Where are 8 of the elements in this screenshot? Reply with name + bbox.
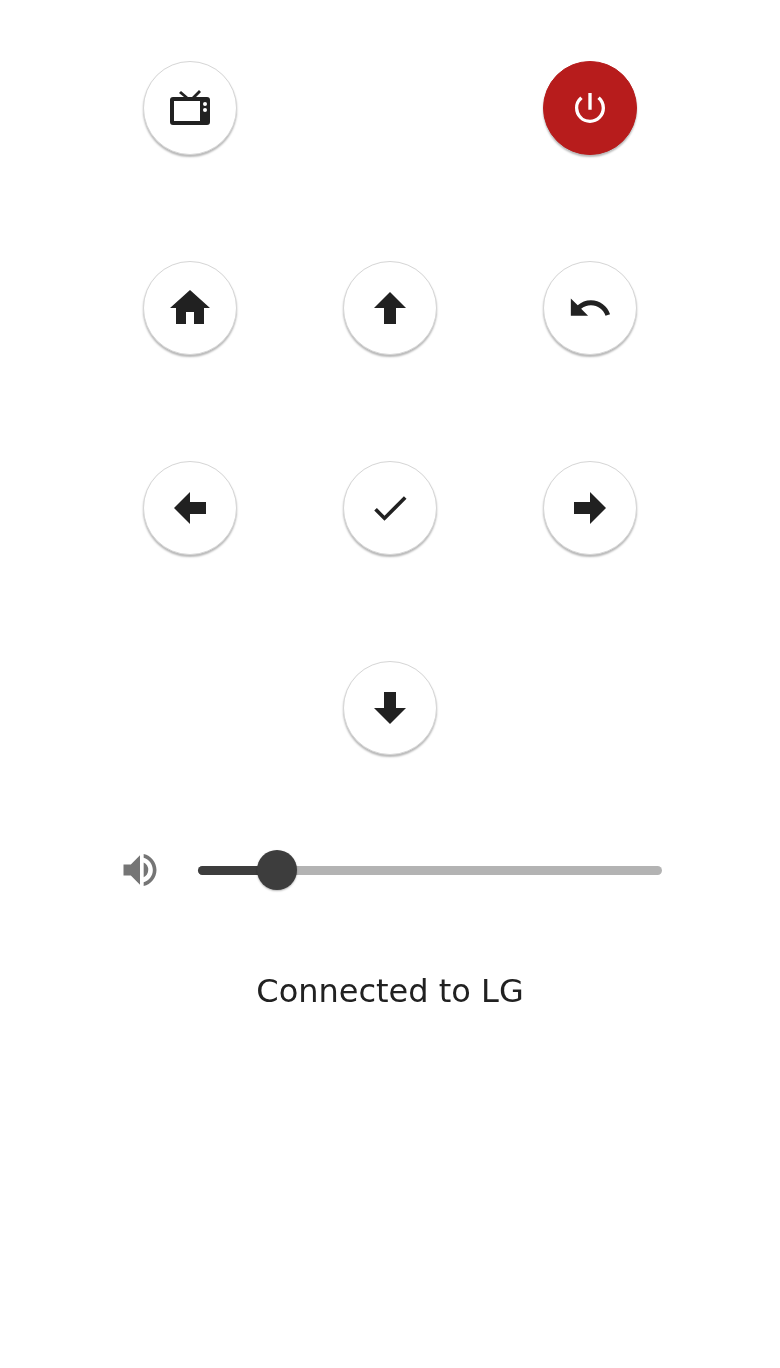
up-arrow-icon	[374, 292, 406, 324]
down-arrow-icon	[374, 692, 406, 724]
slider-thumb[interactable]	[256, 850, 297, 890]
volume-slider[interactable]	[198, 850, 662, 890]
connection-status: Connected to LG	[256, 972, 524, 1010]
tv-icon	[169, 89, 211, 127]
left-arrow-icon	[174, 492, 206, 524]
right-arrow-icon	[574, 492, 606, 524]
